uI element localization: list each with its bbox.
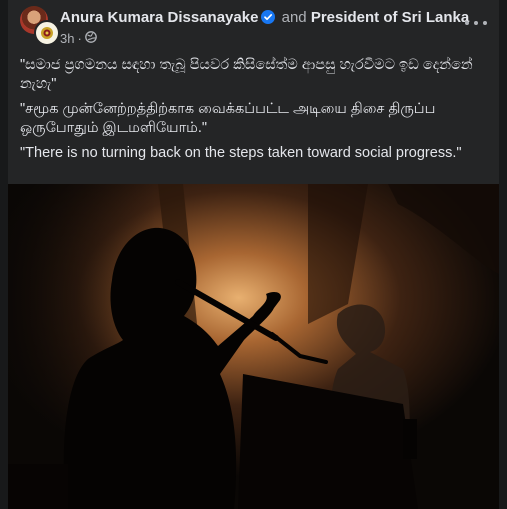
more-options-button[interactable] [465,14,487,32]
post-text: "සමාජ ප්‍රගමනය සඳහා තැබූ පියවර කිසිසේත්ම… [20,56,490,169]
post-time[interactable]: 3h [60,31,74,46]
more-dot [465,21,469,25]
post-paragraph-english: "There is no turning back on the steps t… [20,145,462,161]
post-paragraph-sinhala: "සමාජ ප්‍රගමනය සඳහා තැබූ පියවර කිසිසේත්ම… [20,57,473,92]
author-line: Anura Kumara Dissanayake and President o… [60,9,469,28]
post-header: Anura Kumara Dissanayake and President o… [8,0,499,52]
emblem-icon[interactable] [34,20,60,46]
author-name[interactable]: Anura Kumara Dissanayake [60,9,258,26]
post-card: Anura Kumara Dissanayake and President o… [8,0,499,509]
globe-icon[interactable] [84,31,97,46]
coauthor-name[interactable]: President of Sri Lanka [311,9,469,26]
post-meta: 3h · [60,31,97,46]
author-connector: and [281,9,307,26]
more-dot [483,21,487,25]
verified-badge-icon [261,10,276,28]
meta-separator: · [77,31,82,46]
post-photo[interactable] [8,184,499,509]
speaker-silhouette-image [8,184,499,509]
post-paragraph-tamil: "சமூக முன்னேற்றத்திற்காக வைக்கப்பட்ட அடி… [20,101,436,136]
author-avatar-group[interactable] [20,6,60,46]
more-dot [474,21,478,25]
